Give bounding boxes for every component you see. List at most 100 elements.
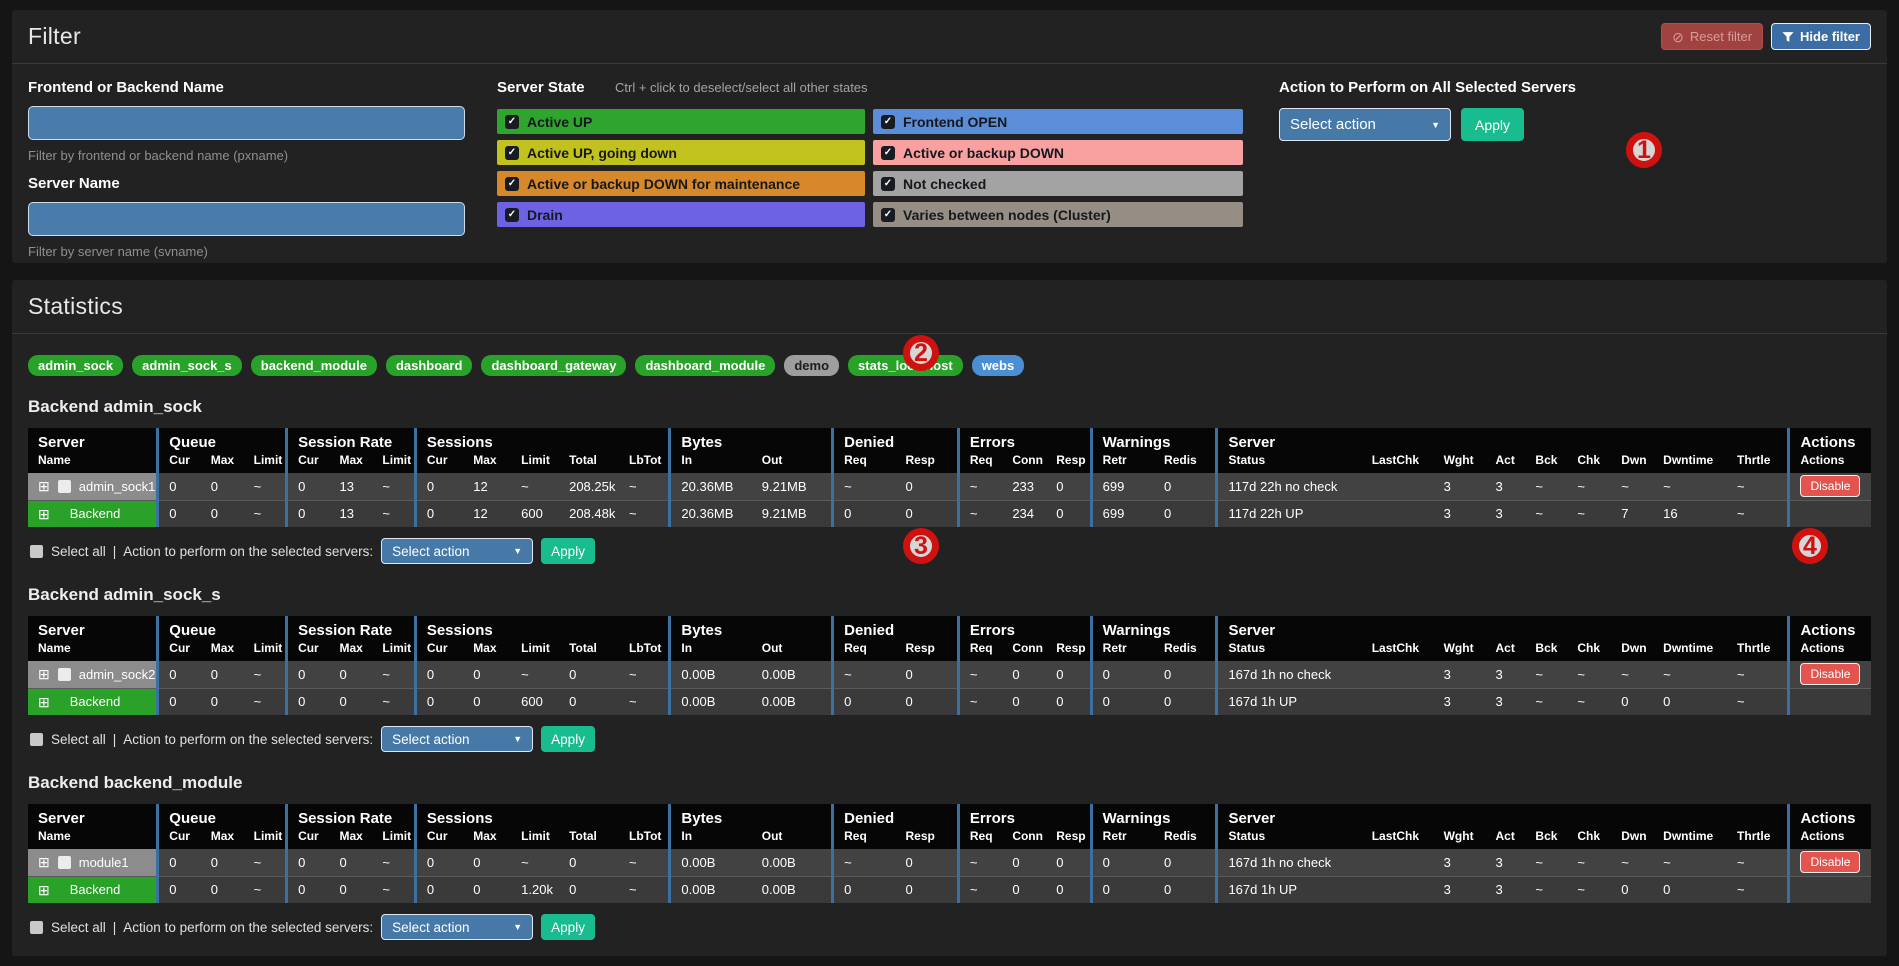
svname-label: Server Name xyxy=(28,175,465,192)
column-sessions-total: Total xyxy=(559,827,619,849)
stat-cell: ~ xyxy=(511,849,559,876)
select-all-checkbox[interactable] xyxy=(30,733,43,746)
separator: | xyxy=(113,544,117,559)
statistics-panel: Statistics admin_sock admin_sock_s backend… xyxy=(12,280,1887,956)
column-server-status: Status xyxy=(1217,451,1362,473)
row-checkbox[interactable] xyxy=(58,668,71,681)
stat-cell: 13 xyxy=(329,500,372,527)
state-toggle-active-or-backup-down[interactable]: ✓Active or backup DOWN xyxy=(873,140,1243,165)
hide-filter-button[interactable]: Hide filter xyxy=(1771,23,1871,50)
stat-cell: ~ xyxy=(1653,849,1727,876)
checkbox-checked-icon: ✓ xyxy=(505,115,519,129)
expand-icon[interactable]: ⊞ xyxy=(38,695,50,709)
proxy-badge-admin-sock[interactable]: admin_sock xyxy=(28,355,123,376)
state-label: Active or backup DOWN xyxy=(903,145,1064,161)
state-label: Active UP xyxy=(527,114,592,130)
column-group-warnings: Warnings xyxy=(1091,804,1217,827)
stat-cell: 0 xyxy=(201,500,244,527)
expand-icon[interactable]: ⊞ xyxy=(38,479,50,493)
stat-cell: ~ xyxy=(958,500,1002,527)
row-action-select[interactable]: Select action ▼ xyxy=(381,914,533,940)
frontend-backend-name-input[interactable] xyxy=(28,106,465,140)
state-toggle-frontend-open[interactable]: ✓Frontend OPEN xyxy=(873,109,1243,134)
state-toggle-active-or-backup-down-for-maintenance[interactable]: ✓Active or backup DOWN for maintenance xyxy=(497,171,865,196)
stat-cell: 0.00B xyxy=(670,876,752,903)
row-select-value: Select action xyxy=(392,920,469,935)
stat-cell: ~ xyxy=(372,876,415,903)
proxy-badge-webs[interactable]: webs xyxy=(972,355,1025,376)
row-action-select[interactable]: Select action▼ xyxy=(381,726,533,752)
stat-cell: ~ xyxy=(1525,661,1567,688)
server-name-input[interactable] xyxy=(28,202,465,236)
column-server-dwn: Dwn xyxy=(1611,827,1653,849)
column-bytes-in: In xyxy=(670,827,752,849)
row-action-select[interactable]: Select action▼ xyxy=(381,538,533,564)
stat-cell: 167d 1h no check xyxy=(1217,661,1362,688)
expand-icon[interactable]: ⊞ xyxy=(38,883,50,897)
proxy-badge-demo[interactable]: demo xyxy=(784,355,839,376)
table-row-backend: ⊞Backend00~00~001.20k0~0.00B0.00B00~0000… xyxy=(28,876,1871,903)
stat-cell: 16 xyxy=(1653,500,1727,527)
expand-icon[interactable]: ⊞ xyxy=(38,667,50,681)
stat-cell: 0 xyxy=(329,849,372,876)
column-server-wght: Wght xyxy=(1434,639,1486,661)
table-row-backend: ⊞Backend00~00~006000~0.00B0.00B00~000016… xyxy=(28,688,1871,715)
annotation-number: 3 xyxy=(914,532,928,561)
proxy-badge-dashboard-module[interactable]: dashboard_module xyxy=(635,355,775,376)
filter-title: Filter xyxy=(28,23,81,50)
column-group-warnings: Warnings xyxy=(1091,616,1217,639)
state-toggle-active-up[interactable]: ✓ Active UP xyxy=(497,109,865,134)
statistics-title: Statistics xyxy=(28,293,123,320)
expand-icon[interactable]: ⊞ xyxy=(38,507,50,521)
stat-cell: ~ xyxy=(1611,661,1653,688)
column-denied-req: Req xyxy=(833,451,896,473)
reset-filter-button[interactable]: ⊘ Reset filter xyxy=(1661,23,1763,50)
row-apply-button[interactable]: Apply xyxy=(541,726,595,752)
column-warnings-redis: Redis xyxy=(1154,451,1217,473)
select-all-checkbox[interactable] xyxy=(30,545,43,558)
stat-cell: ~ xyxy=(372,849,415,876)
row-action-label: Action to perform on the selected server… xyxy=(123,732,373,747)
stat-cell: 13 xyxy=(329,473,372,500)
stat-cell: ~ xyxy=(1727,661,1789,688)
checkbox-checked-icon: ✓ xyxy=(505,146,519,160)
row-checkbox[interactable] xyxy=(58,856,71,869)
chevron-down-icon: ▼ xyxy=(513,922,522,932)
state-toggle-drain[interactable]: ✓Drain xyxy=(497,202,865,227)
stat-cell: 0.00B xyxy=(752,849,833,876)
stat-cell: 0 xyxy=(463,688,511,715)
stat-cell: 3 xyxy=(1434,849,1486,876)
global-action-select[interactable]: Select action ▼ xyxy=(1279,108,1451,141)
server-name: Backend xyxy=(70,882,135,897)
disable-button[interactable]: Disable xyxy=(1800,663,1860,685)
proxy-badges: admin_sock admin_sock_s backend_module dash… xyxy=(12,334,1887,376)
expand-icon[interactable]: ⊞ xyxy=(38,855,50,869)
state-toggle-varies-between-nodes-cluster[interactable]: ✓Varies between nodes (Cluster) xyxy=(873,202,1243,227)
row-apply-button[interactable]: Apply xyxy=(541,914,595,940)
proxy-badge-admin-sock-s[interactable]: admin_sock_s xyxy=(132,355,242,376)
stat-cell: ~ xyxy=(1567,849,1611,876)
proxy-badge-backend-module[interactable]: backend_module xyxy=(251,355,377,376)
stat-cell: 0 xyxy=(1046,473,1091,500)
stat-cell: 7 xyxy=(1611,500,1653,527)
row-checkbox[interactable] xyxy=(58,480,71,493)
state-toggle-not-checked[interactable]: ✓Not checked xyxy=(873,171,1243,196)
disable-button[interactable]: Disable xyxy=(1800,475,1860,497)
stat-cell xyxy=(1362,688,1434,715)
state-toggle-active-up-going-down[interactable]: ✓Active UP, going down xyxy=(497,140,865,165)
column-group-server: Server xyxy=(28,804,158,827)
column-queue-cur: Cur xyxy=(158,639,201,661)
server-name-inner: ⊞Backend xyxy=(38,506,146,521)
stat-cell: ~ xyxy=(958,473,1002,500)
proxy-badge-dashboard[interactable]: dashboard xyxy=(386,355,472,376)
stat-cell: 167d 1h UP xyxy=(1217,688,1362,715)
proxy-badge-dashboard-gateway[interactable]: dashboard_gateway xyxy=(481,355,626,376)
column-errors-conn: Conn xyxy=(1002,827,1046,849)
column-session-rate-cur: Cur xyxy=(287,639,330,661)
column-sessions-limit: Limit xyxy=(511,639,559,661)
row-apply-button[interactable]: Apply xyxy=(541,538,595,564)
disable-button[interactable]: Disable xyxy=(1800,851,1860,873)
global-apply-button[interactable]: Apply xyxy=(1461,108,1524,141)
filter-header-buttons: ⊘ Reset filter Hide filter xyxy=(1661,23,1871,50)
select-all-checkbox[interactable] xyxy=(30,921,43,934)
